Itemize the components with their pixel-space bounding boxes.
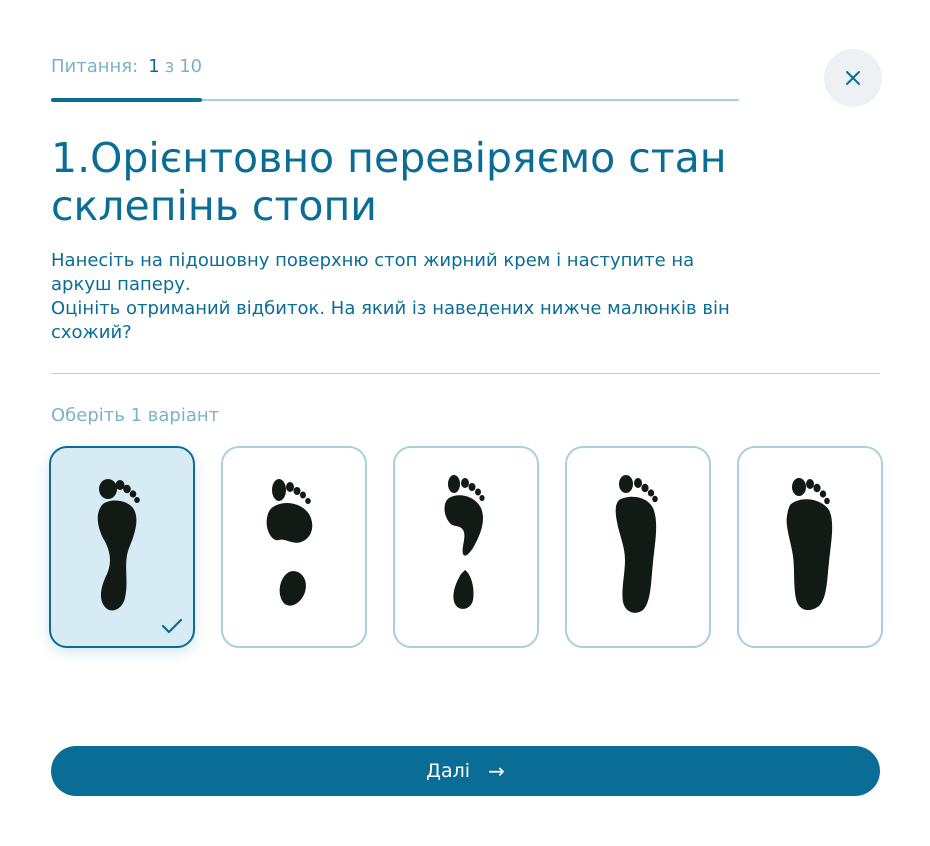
description-line-2: Оцініть отриманий відбиток. На який із н… [51,298,730,343]
footprint-lowered-arch-image [615,475,658,613]
option-4[interactable] [565,446,711,648]
checkmark-icon [161,618,183,634]
option-5[interactable] [737,446,883,648]
progress-total: 10 [179,56,203,77]
divider [51,373,880,374]
option-3[interactable] [393,446,539,648]
answer-options [49,446,884,648]
close-icon [846,71,860,85]
footprint-flat-image [786,478,833,611]
footprint-normal-arch-image [97,479,140,611]
progress-current: 1 [148,56,160,77]
question-title: 1.Орієнтовно перевіряємо стан склепінь с… [51,134,727,230]
arrow-right-icon: → [488,759,505,783]
question-description: Нанесіть на підошовну поверхню стоп жирн… [51,249,751,345]
progress-indicator: Питання: 1 з 10 [51,56,202,77]
progress-bar-fill [51,98,203,102]
description-line-1: Нанесіть на підошовну поверхню стоп жирн… [51,250,695,295]
option-2[interactable] [221,446,367,648]
option-1[interactable] [49,446,195,648]
next-button-label: Далі [426,760,471,782]
footprint-high-arch-separated-image [266,479,313,606]
next-button[interactable]: Далі → [51,746,880,796]
choice-hint: Оберіть 1 варіант [51,405,220,426]
progress-separator: з [164,56,175,77]
progress-label: Питання: [51,56,139,77]
progress-bar [51,98,739,102]
close-button[interactable] [824,49,882,107]
footprint-high-arch-image [444,475,485,609]
